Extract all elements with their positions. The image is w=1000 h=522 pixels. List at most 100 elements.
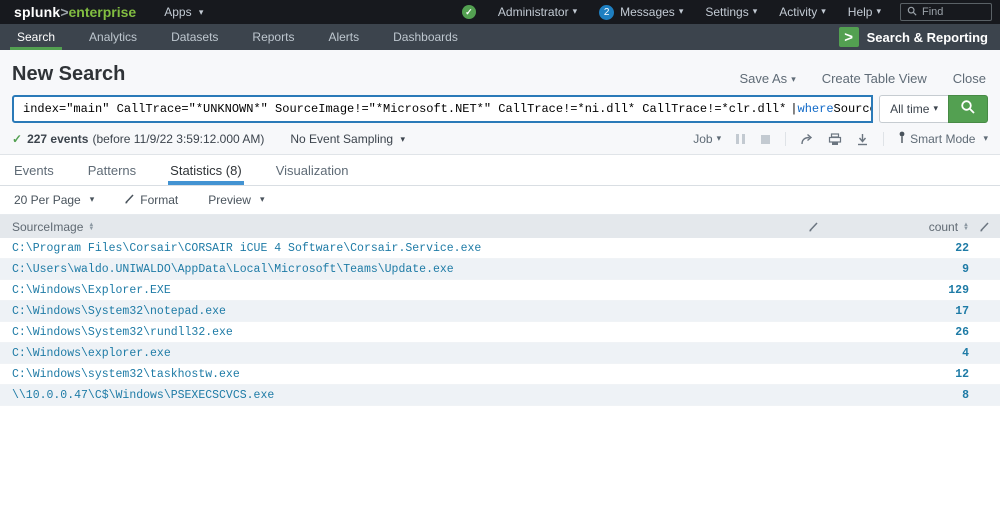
search-reporting-app-icon: >	[839, 27, 859, 47]
results-table: SourceImage ▲▼ count ▲▼ C:\Program Files…	[0, 215, 1000, 406]
pause-job-icon[interactable]	[735, 133, 746, 145]
app-tab-search[interactable]: Search	[0, 24, 72, 50]
result-tabs: Events Patterns Statistics (8) Visualiza…	[0, 155, 1000, 186]
apps-menu-label: Apps	[164, 5, 191, 19]
job-menu[interactable]: Job	[693, 132, 721, 146]
search-input[interactable]: index="main" CallTrace="*UNKNOWN*" Sourc…	[12, 95, 873, 123]
app-tab-datasets[interactable]: Datasets	[154, 24, 235, 50]
edit-column-icon[interactable]	[798, 221, 829, 232]
save-as-button[interactable]: Save As	[739, 71, 795, 86]
source-image-cell[interactable]: \\10.0.0.47\C$\Windows\PSEXECSCVCS.exe	[0, 389, 860, 402]
messages-menu-label: Messages	[620, 5, 675, 19]
app-navigation-bar: Search Analytics Datasets Reports Alerts…	[0, 24, 1000, 50]
format-pencil-icon	[124, 193, 135, 207]
table-row: C:\Users\waldo.UNIWALDO\AppData\Local\Mi…	[0, 259, 1000, 280]
current-app-name: Search & Reporting	[867, 30, 988, 45]
find-search-icon	[907, 5, 917, 19]
time-range-picker[interactable]: All time	[879, 95, 948, 123]
per-page-menu[interactable]: 20 Per Page	[14, 193, 94, 207]
tab-patterns[interactable]: Patterns	[86, 155, 138, 185]
top-navigation-bar: splunk > enterprise Apps Administrator 2…	[0, 0, 1000, 24]
source-image-cell[interactable]: C:\Windows\system32\taskhostw.exe	[0, 368, 860, 381]
source-image-cell[interactable]: C:\Windows\System32\notepad.exe	[0, 305, 860, 318]
source-image-cell[interactable]: C:\Windows\Explorer.EXE	[0, 284, 860, 297]
count-cell[interactable]: 17	[860, 305, 1000, 318]
create-table-view-button[interactable]: Create Table View	[822, 71, 927, 86]
results-toolbar: 20 Per Page Format Preview	[0, 186, 1000, 215]
search-bar: index="main" CallTrace="*UNKNOWN*" Sourc…	[0, 95, 1000, 123]
table-row: C:\Windows\system32\taskhostw.exe12	[0, 364, 1000, 385]
settings-menu[interactable]: Settings	[694, 5, 768, 19]
job-status-bar: 227 events (before 11/9/22 3:59:12.000 A…	[0, 123, 1000, 155]
user-menu-label: Administrator	[498, 5, 569, 19]
time-range-label: All time	[890, 102, 929, 116]
tab-events[interactable]: Events	[12, 155, 56, 185]
query-token: |	[790, 102, 797, 116]
query-token: where	[798, 102, 834, 116]
stop-job-icon[interactable]	[760, 134, 771, 145]
count-cell[interactable]: 4	[860, 347, 1000, 360]
events-time-detail: (before 11/9/22 3:59:12.000 AM)	[92, 132, 264, 146]
search-header-section: New Search Save As Create Table View Clo…	[0, 50, 1000, 155]
help-menu-label: Help	[848, 5, 873, 19]
search-mode-selector[interactable]: Smart Mode	[898, 131, 988, 147]
divider	[883, 132, 884, 146]
event-sampling-menu[interactable]: No Event Sampling	[290, 132, 405, 146]
events-count: 227 events	[27, 132, 88, 146]
messages-menu[interactable]: 2 Messages	[588, 5, 694, 20]
app-tab-alerts[interactable]: Alerts	[311, 24, 376, 50]
count-cell[interactable]: 26	[860, 326, 1000, 339]
search-magnifier-icon	[960, 99, 976, 120]
splunk-logo[interactable]: splunk > enterprise	[0, 4, 150, 20]
close-button[interactable]: Close	[953, 71, 986, 86]
activity-menu[interactable]: Activity	[768, 5, 837, 19]
source-image-cell[interactable]: C:\Windows\explorer.exe	[0, 347, 860, 360]
logo-product: enterprise	[69, 4, 137, 20]
table-row: C:\Windows\Explorer.EXE129	[0, 280, 1000, 301]
find-input[interactable]	[922, 6, 982, 18]
find-search-box[interactable]	[900, 3, 992, 21]
column-header-sourceimage[interactable]: SourceImage ▲▼	[0, 220, 798, 234]
query-token: SourceImage!=TargetImage |	[834, 102, 874, 116]
column-header-count[interactable]: count ▲▼	[829, 220, 969, 234]
user-menu[interactable]: Administrator	[487, 5, 588, 19]
count-cell[interactable]: 8	[860, 389, 1000, 402]
source-image-cell[interactable]: C:\Users\waldo.UNIWALDO\AppData\Local\Mi…	[0, 263, 860, 276]
app-tabs: Search Analytics Datasets Reports Alerts…	[0, 24, 475, 50]
health-status-button[interactable]	[451, 5, 487, 19]
app-tab-analytics[interactable]: Analytics	[72, 24, 154, 50]
source-image-cell[interactable]: C:\Windows\System32\rundll32.exe	[0, 326, 860, 339]
search-button[interactable]	[948, 95, 988, 123]
count-cell[interactable]: 12	[860, 368, 1000, 381]
format-menu[interactable]: Format	[124, 193, 178, 207]
results-table-header: SourceImage ▲▼ count ▲▼	[0, 215, 1000, 238]
current-app[interactable]: > Search & Reporting	[839, 24, 1000, 50]
apps-menu[interactable]: Apps	[150, 5, 217, 19]
sort-icon: ▲▼	[88, 223, 94, 231]
source-image-cell[interactable]: C:\Program Files\Corsair\CORSAIR iCUE 4 …	[0, 242, 860, 255]
export-icon[interactable]	[856, 133, 869, 146]
count-cell[interactable]: 129	[860, 284, 1000, 297]
table-row: C:\Windows\System32\rundll32.exe26	[0, 322, 1000, 343]
preview-menu[interactable]: Preview	[208, 193, 264, 207]
print-icon[interactable]	[828, 133, 842, 146]
share-job-icon[interactable]	[800, 133, 814, 146]
activity-menu-label: Activity	[779, 5, 817, 19]
divider	[785, 132, 786, 146]
tab-visualization[interactable]: Visualization	[274, 155, 351, 185]
app-tab-dashboards[interactable]: Dashboards	[376, 24, 475, 50]
help-menu[interactable]: Help	[837, 5, 892, 19]
query-token: index="main" CallTrace="*UNKNOWN*" Sourc…	[23, 102, 786, 116]
edit-column-icon[interactable]	[969, 221, 1000, 232]
table-row: C:\Program Files\Corsair\CORSAIR iCUE 4 …	[0, 238, 1000, 259]
smart-mode-icon	[898, 131, 906, 147]
count-cell[interactable]: 9	[860, 263, 1000, 276]
tab-statistics[interactable]: Statistics (8)	[168, 155, 244, 185]
results-table-body: C:\Program Files\Corsair\CORSAIR iCUE 4 …	[0, 238, 1000, 406]
logo-brand: splunk	[14, 4, 60, 20]
health-check-icon	[462, 5, 476, 19]
table-row: C:\Windows\System32\notepad.exe17	[0, 301, 1000, 322]
count-cell[interactable]: 22	[860, 242, 1000, 255]
app-tab-reports[interactable]: Reports	[235, 24, 311, 50]
table-row: \\10.0.0.47\C$\Windows\PSEXECSCVCS.exe8	[0, 385, 1000, 406]
